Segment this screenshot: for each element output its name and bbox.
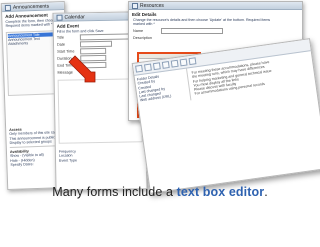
folder-icon	[132, 2, 138, 9]
text-editor-window: Folder Details Created by Created Last c…	[131, 38, 320, 194]
caption-suffix: .	[264, 185, 268, 199]
table-icon[interactable]	[188, 57, 197, 66]
underline-icon[interactable]	[152, 62, 161, 71]
resources-titlebar: Resources	[129, 2, 302, 10]
resources-intro: Change the resource's details and then c…	[133, 18, 271, 27]
field-label: Date	[56, 42, 66, 47]
announcements-title: Announcements	[12, 2, 50, 11]
field-label: Title	[56, 35, 64, 40]
calendar-lower: Frequency Location Event Type	[59, 148, 143, 162]
slide-caption: Many forms include a text box editor.	[0, 185, 320, 199]
red-arrow-icon	[68, 55, 96, 83]
name-label: Name	[133, 28, 144, 33]
announcement-icon	[4, 4, 12, 11]
caption-prefix: Many forms include a	[52, 185, 177, 199]
calendar-icon	[56, 14, 63, 21]
editor-side-panel: Folder Details Created by Created Last c…	[134, 68, 192, 108]
description-label: Description	[133, 35, 152, 40]
resources-heading: Edit Details	[132, 12, 157, 17]
slide: Announcements Add Announcement Complete …	[0, 0, 320, 247]
bold-icon[interactable]	[135, 64, 143, 73]
resources-title: Resources	[140, 2, 164, 9]
title-input[interactable]	[79, 33, 132, 41]
caption-highlight: text box editor	[176, 185, 265, 199]
name-input[interactable]	[161, 27, 223, 34]
calendar-title: Calendar	[64, 13, 85, 21]
list-icon[interactable]	[161, 60, 170, 69]
image-icon[interactable]	[179, 58, 188, 67]
link-icon[interactable]	[170, 59, 179, 68]
date-input[interactable]	[79, 40, 113, 48]
italic-icon[interactable]	[143, 63, 152, 72]
calendar-lower-item: Event Type	[58, 158, 77, 163]
